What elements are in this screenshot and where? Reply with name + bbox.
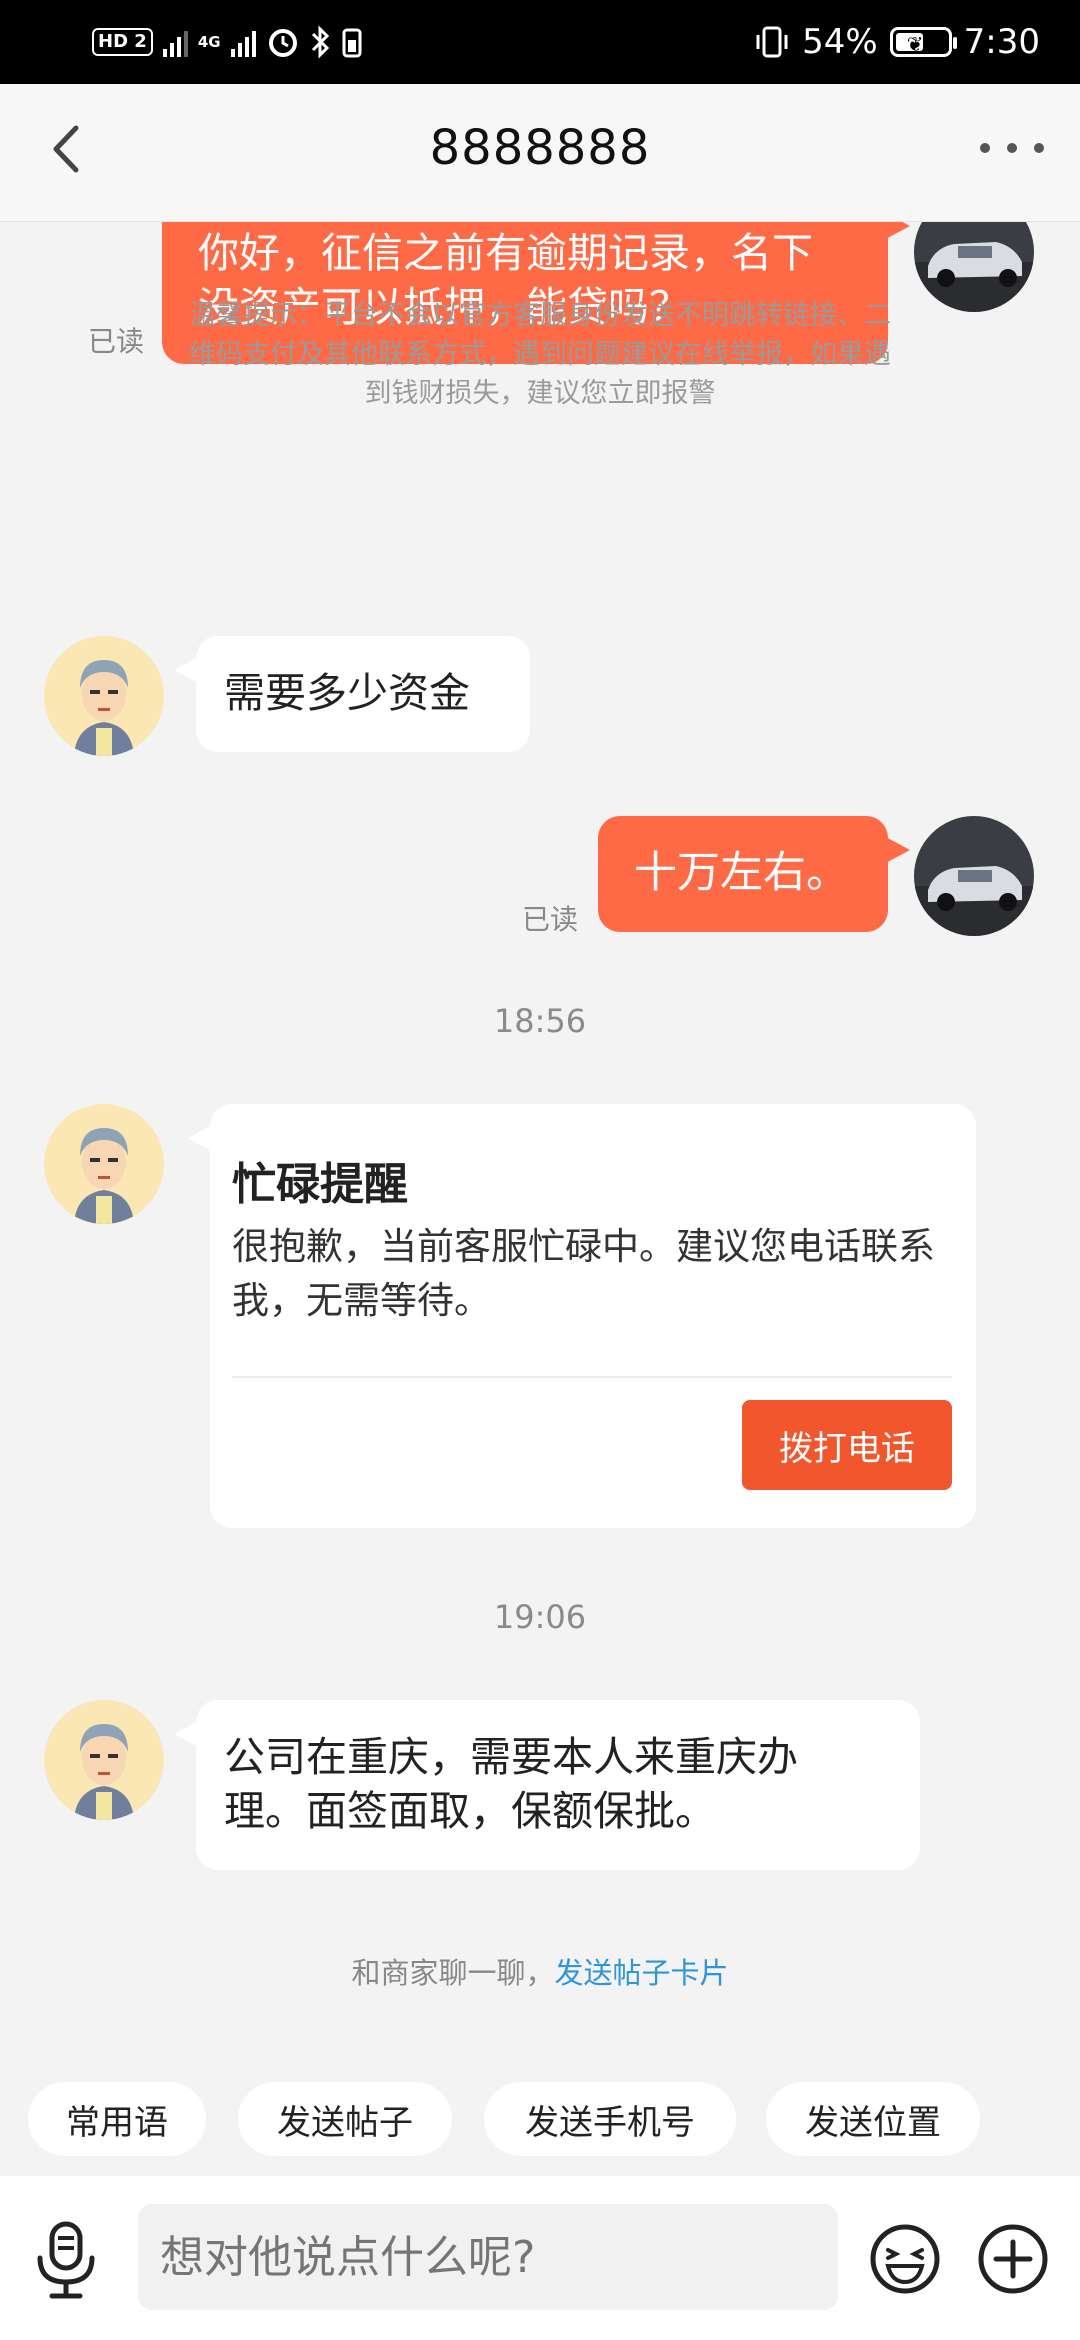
status-left: HD 2 4G xyxy=(92,22,362,62)
outgoing-message[interactable]: 十万左右。 xyxy=(598,816,910,932)
quick-reply-send-location[interactable]: 发送位置 xyxy=(766,2082,980,2156)
card-body: 很抱歉，当前客服忙碌中。建议您电话联系我，无需等待。 xyxy=(232,1225,935,1322)
sim-battery-icon xyxy=(342,28,362,58)
quick-reply-send-post[interactable]: 发送帖子 xyxy=(238,2082,452,2156)
read-receipt: 已读 xyxy=(88,325,145,358)
send-post-card-link[interactable]: 发送帖子卡片 xyxy=(555,1956,729,1990)
avatar-merchant[interactable] xyxy=(44,636,164,756)
bluetooth-icon xyxy=(311,25,329,59)
busy-reminder-card: 忙碌提醒 很抱歉，当前客服忙碌中。建议您电话联系我，无需等待。 拨打电话 xyxy=(188,1104,976,1528)
sim-label: 2 xyxy=(134,31,147,52)
message-text: 公司在重庆，需要本人来重庆办理。面签面取，保额保批。 xyxy=(224,1733,798,1835)
quick-reply-common-phrases[interactable]: 常用语 xyxy=(28,2082,206,2156)
read-receipt: 已读 xyxy=(522,903,579,936)
agent-avatar-icon xyxy=(44,1700,164,1820)
message-text: 需要多少资金 xyxy=(224,669,470,717)
signal-icon-sim1 xyxy=(162,27,188,57)
battery-icon: ❦ xyxy=(889,27,957,57)
avatar-merchant[interactable] xyxy=(44,1104,164,1224)
chat-title: 8888888 xyxy=(429,120,651,176)
card-title: 忙碌提醒 xyxy=(232,1159,408,1210)
card-divider xyxy=(232,1376,952,1378)
status-right: 54% ❦ 7:30 xyxy=(754,20,1040,64)
send-card-hint: 和商家聊一聊，发送帖子卡片 xyxy=(0,1950,1080,1992)
quick-reply-send-phone[interactable]: 发送手机号 xyxy=(484,2082,736,2156)
message-text: 十万左右。 xyxy=(634,848,849,898)
incoming-message[interactable]: 公司在重庆，需要本人来重庆办理。面签面取，保额保批。 xyxy=(174,1700,920,1870)
call-button[interactable]: 拨打电话 xyxy=(742,1400,952,1490)
avatar-merchant[interactable] xyxy=(44,1700,164,1820)
avatar-user[interactable] xyxy=(914,222,1034,312)
clock: 7:30 xyxy=(963,22,1040,62)
timestamp: 19:06 xyxy=(493,1598,587,1636)
hint-text: 和商家聊一聊， xyxy=(351,1956,555,1990)
car-photo-icon xyxy=(914,816,1034,936)
alarm-icon xyxy=(268,29,297,57)
input-bar xyxy=(0,2176,1080,2340)
message-input[interactable] xyxy=(138,2204,838,2310)
emoji-icon[interactable] xyxy=(868,2222,942,2296)
chat-header: 8888888 xyxy=(0,84,1080,222)
timestamp: 18:56 xyxy=(493,1002,587,1040)
plus-icon[interactable] xyxy=(976,2222,1050,2296)
signal-icon-sim2 xyxy=(230,27,256,57)
network-type: 4G xyxy=(197,33,221,51)
car-photo-icon xyxy=(914,222,1034,312)
eco-leaf-icon: ❦ xyxy=(906,32,924,56)
avatar-user[interactable] xyxy=(914,816,1034,936)
voice-icon[interactable] xyxy=(32,2220,100,2300)
agent-avatar-icon xyxy=(44,636,164,756)
chat-area[interactable]: 你好，征信之前有逾期记录，名下没资产可以抵押，能贷吗？ 已读 温馨提示：平台不会… xyxy=(0,222,1080,2072)
incoming-message[interactable]: 需要多少资金 xyxy=(174,636,530,752)
safety-notice: 温馨提示：平台不会以官方客服身份发送不明跳转链接、二维码支付及其他联系方式，遇到… xyxy=(189,300,891,409)
battery-percent: 54% xyxy=(802,22,878,62)
agent-avatar-icon xyxy=(44,1104,164,1224)
more-icon[interactable] xyxy=(980,128,1044,168)
vibrate-icon xyxy=(756,26,788,58)
hd-label: HD xyxy=(98,31,129,52)
quick-reply-bar: 常用语 发送帖子 发送手机号 发送位置 xyxy=(0,2082,1080,2162)
hd-icon: HD 2 xyxy=(92,28,153,56)
status-bar: HD 2 4G 54% ❦ 7:30 xyxy=(0,0,1080,84)
